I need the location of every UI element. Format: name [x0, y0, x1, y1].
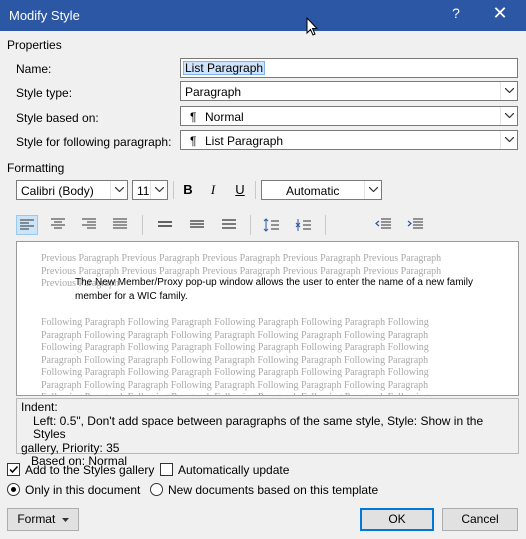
following-value: List Paragraph [205, 134, 284, 148]
auto-update-checkbox[interactable] [160, 463, 173, 476]
decrease-spacing-before-button[interactable] [292, 215, 314, 235]
spacing-before-icon [263, 218, 279, 232]
new-documents-radio[interactable] [150, 483, 163, 496]
only-this-document-radio[interactable] [7, 483, 20, 496]
one-half-spacing-button[interactable] [187, 215, 209, 235]
format-button[interactable]: Format [7, 508, 79, 531]
spacing-after-icon [295, 219, 311, 231]
format-button-label: Format [17, 512, 56, 526]
help-button[interactable]: ? [446, 5, 466, 21]
increase-spacing-before-button[interactable] [260, 215, 282, 235]
formatting-heading: Formatting [7, 161, 65, 175]
window-title: Modify Style [9, 8, 80, 23]
single-spacing-button[interactable] [155, 215, 177, 235]
paragraph-mark-icon: ¶ [190, 134, 197, 148]
chevron-down-icon[interactable] [364, 181, 381, 199]
italic-button[interactable]: I [203, 180, 223, 200]
based-on-value: Normal [205, 110, 244, 124]
close-button[interactable]: ✕ [488, 3, 512, 24]
bold-button[interactable]: B [178, 180, 198, 200]
decrease-indent-button[interactable] [372, 215, 394, 235]
preview-current-paragraph: The New Member/Proxy pop-up window allow… [75, 277, 473, 302]
double-spacing-icon [222, 219, 236, 229]
description-line: Left: 0.5", Don't add space between para… [33, 413, 484, 441]
style-type-label: Style type: [16, 86, 73, 100]
following-label: Style for following paragraph: [16, 135, 172, 149]
based-on-label: Style based on: [16, 111, 99, 125]
properties-heading: Properties [7, 38, 62, 52]
single-spacing-icon [158, 221, 172, 227]
style-preview: Previous Paragraph Previous Paragraph Pr… [16, 241, 519, 396]
description-line: gallery, Priority: 35 [21, 440, 120, 455]
new-documents-label[interactable]: New documents based on this template [168, 483, 378, 497]
radio-selected-dot [11, 487, 16, 492]
chevron-down-icon[interactable] [500, 107, 517, 125]
paragraph-mark-icon: ¶ [190, 110, 197, 124]
align-right-button[interactable] [79, 215, 101, 235]
add-to-gallery-checkbox[interactable] [7, 463, 20, 476]
align-left-icon [20, 219, 34, 230]
style-type-value: Paragraph [185, 85, 242, 99]
mouse-cursor-icon [306, 17, 318, 36]
font-color-select[interactable]: Automatic [261, 180, 382, 200]
justify-icon [113, 218, 127, 229]
divider [142, 215, 143, 235]
align-center-button[interactable] [48, 215, 70, 235]
increase-indent-icon [407, 218, 423, 229]
decrease-indent-icon [375, 218, 391, 229]
style-description: Indent: Left: 0.5", Don't add space betw… [16, 398, 519, 468]
justify-button[interactable] [110, 215, 132, 235]
description-line: Indent: [21, 400, 58, 414]
divider [325, 215, 326, 235]
divider [250, 215, 251, 235]
ok-button[interactable]: OK [360, 508, 434, 531]
font-color-value: Automatic [286, 184, 340, 198]
chevron-down-icon[interactable] [500, 82, 517, 100]
chevron-down-icon[interactable] [500, 131, 517, 149]
divider [173, 181, 174, 199]
checkmark-icon [9, 465, 19, 474]
auto-update-label[interactable]: Automatically update [178, 463, 289, 477]
underline-button[interactable]: U [230, 180, 250, 200]
cancel-button[interactable]: Cancel [442, 508, 518, 531]
dropdown-arrow-icon [61, 517, 69, 522]
style-type-select[interactable]: Paragraph [180, 81, 518, 101]
align-left-button[interactable] [16, 215, 38, 235]
following-select[interactable]: ¶ List Paragraph [180, 130, 518, 150]
name-label: Name: [16, 62, 52, 76]
font-size-value: 11 [137, 184, 150, 198]
add-to-gallery-label[interactable]: Add to the Styles gallery [25, 463, 154, 477]
one-half-spacing-icon [190, 220, 204, 228]
chevron-down-icon[interactable] [110, 181, 127, 199]
increase-indent-button[interactable] [404, 215, 426, 235]
name-input-value: List Paragraph [183, 61, 266, 75]
font-size-select[interactable]: 11 [132, 180, 168, 200]
title-bar: Modify Style ? ✕ [0, 0, 526, 31]
double-spacing-button[interactable] [219, 215, 241, 235]
preview-following-paragraph: Following Paragraph Following Paragraph … [41, 317, 429, 395]
based-on-select[interactable]: ¶ Normal [180, 106, 518, 126]
align-right-icon [82, 218, 96, 229]
chevron-down-icon[interactable] [150, 181, 167, 199]
name-input[interactable]: List Paragraph [180, 58, 518, 78]
align-center-icon [51, 218, 65, 229]
font-value: Calibri (Body) [21, 184, 94, 198]
divider [255, 181, 256, 199]
font-select[interactable]: Calibri (Body) [16, 180, 128, 200]
only-this-document-label[interactable]: Only in this document [25, 483, 140, 497]
